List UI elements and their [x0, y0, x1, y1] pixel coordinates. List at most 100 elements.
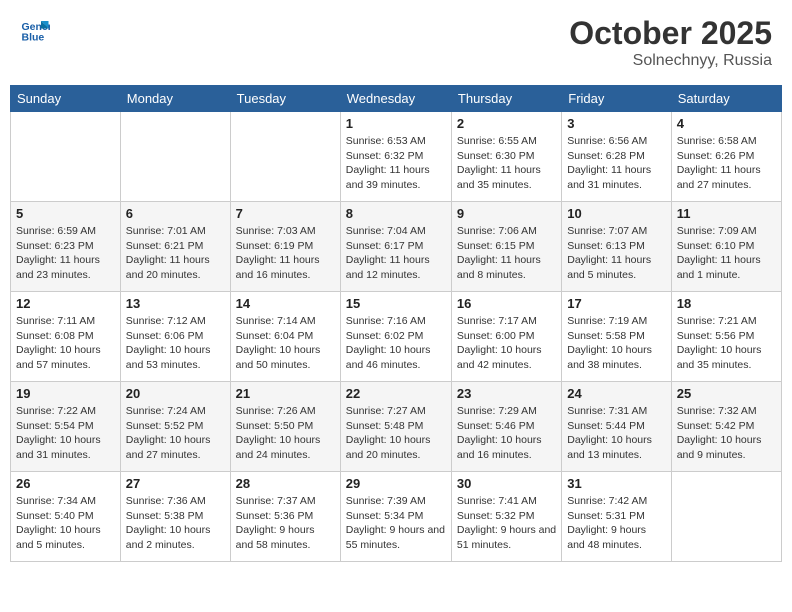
day-number: 17 — [567, 296, 665, 311]
calendar-cell: 8 Sunrise: 7:04 AM Sunset: 6:17 PM Daylig… — [340, 202, 451, 292]
day-info: Sunrise: 6:59 AM Sunset: 6:23 PM Dayligh… — [16, 224, 115, 283]
day-info: Sunrise: 7:17 AM Sunset: 6:00 PM Dayligh… — [457, 314, 556, 373]
calendar-cell: 18Sunrise: 7:21 AM Sunset: 5:56 PM Dayli… — [671, 292, 781, 382]
day-number: 25 — [677, 386, 776, 401]
day-info: Sunrise: 7:31 AM Sunset: 5:44 PM Dayligh… — [567, 404, 665, 463]
calendar-cell: 5 Sunrise: 6:59 AM Sunset: 6:23 PM Daylig… — [11, 202, 121, 292]
calendar-cell: 25 Sunrise: 7:32 AM Sunset: 5:42 PM Dayli… — [671, 382, 781, 472]
day-header-thursday: Thursday — [451, 86, 561, 112]
day-info: Sunrise: 6:55 AM Sunset: 6:30 PM Dayligh… — [457, 134, 556, 193]
calendar-cell: 11 Sunrise: 7:09 AM Sunset: 6:10 PM Dayli… — [671, 202, 781, 292]
day-header-saturday: Saturday — [671, 86, 781, 112]
calendar-cell: 30 Sunrise: 7:41 AM Sunset: 5:32 PM Dayli… — [451, 472, 561, 562]
week-row-5: 26 Sunrise: 7:34 AM Sunset: 5:40 PM Dayli… — [11, 472, 782, 562]
calendar-cell: 14Sunrise: 7:14 AM Sunset: 6:04 PM Dayli… — [230, 292, 340, 382]
day-number: 18 — [677, 296, 776, 311]
title-block: October 2025 Solnechnyy, Russia — [569, 15, 772, 70]
calendar-cell: 1 Sunrise: 6:53 AM Sunset: 6:32 PM Daylig… — [340, 112, 451, 202]
day-info: Sunrise: 7:22 AM Sunset: 5:54 PM Dayligh… — [16, 404, 115, 463]
day-number: 6 — [126, 206, 225, 221]
day-info: Sunrise: 6:53 AM Sunset: 6:32 PM Dayligh… — [346, 134, 446, 193]
calendar-cell — [120, 112, 230, 202]
calendar-cell: 20 Sunrise: 7:24 AM Sunset: 5:52 PM Dayli… — [120, 382, 230, 472]
day-number: 3 — [567, 116, 665, 131]
day-number: 11 — [677, 206, 776, 221]
calendar-header-row: SundayMondayTuesdayWednesdayThursdayFrid… — [11, 86, 782, 112]
month-title: October 2025 — [569, 15, 772, 52]
day-info: Sunrise: 7:26 AM Sunset: 5:50 PM Dayligh… — [236, 404, 335, 463]
day-number: 27 — [126, 476, 225, 491]
day-info: Sunrise: 7:01 AM Sunset: 6:21 PM Dayligh… — [126, 224, 225, 283]
day-info: Sunrise: 7:03 AM Sunset: 6:19 PM Dayligh… — [236, 224, 335, 283]
day-number: 15 — [346, 296, 446, 311]
day-info: Sunrise: 7:34 AM Sunset: 5:40 PM Dayligh… — [16, 494, 115, 553]
calendar-cell: 23Sunrise: 7:29 AM Sunset: 5:46 PM Dayli… — [451, 382, 561, 472]
calendar-table: SundayMondayTuesdayWednesdayThursdayFrid… — [10, 85, 782, 562]
day-number: 9 — [457, 206, 556, 221]
calendar-cell: 13Sunrise: 7:12 AM Sunset: 6:06 PM Dayli… — [120, 292, 230, 382]
day-number: 28 — [236, 476, 335, 491]
day-info: Sunrise: 7:24 AM Sunset: 5:52 PM Dayligh… — [126, 404, 225, 463]
day-number: 1 — [346, 116, 446, 131]
calendar-cell: 4Sunrise: 6:58 AM Sunset: 6:26 PM Daylig… — [671, 112, 781, 202]
calendar-cell: 26 Sunrise: 7:34 AM Sunset: 5:40 PM Dayli… — [11, 472, 121, 562]
calendar-cell: 27Sunrise: 7:36 AM Sunset: 5:38 PM Dayli… — [120, 472, 230, 562]
calendar-cell: 10 Sunrise: 7:07 AM Sunset: 6:13 PM Dayli… — [562, 202, 671, 292]
calendar-cell: 29 Sunrise: 7:39 AM Sunset: 5:34 PM Dayli… — [340, 472, 451, 562]
day-header-tuesday: Tuesday — [230, 86, 340, 112]
day-info: Sunrise: 7:16 AM Sunset: 6:02 PM Dayligh… — [346, 314, 446, 373]
day-number: 23 — [457, 386, 556, 401]
day-info: Sunrise: 7:32 AM Sunset: 5:42 PM Dayligh… — [677, 404, 776, 463]
day-info: Sunrise: 6:56 AM Sunset: 6:28 PM Dayligh… — [567, 134, 665, 193]
day-info: Sunrise: 7:11 AM Sunset: 6:08 PM Dayligh… — [16, 314, 115, 373]
day-info: Sunrise: 7:41 AM Sunset: 5:32 PM Dayligh… — [457, 494, 556, 553]
calendar-cell: 6 Sunrise: 7:01 AM Sunset: 6:21 PM Daylig… — [120, 202, 230, 292]
week-row-4: 19 Sunrise: 7:22 AM Sunset: 5:54 PM Dayli… — [11, 382, 782, 472]
calendar-cell: 21 Sunrise: 7:26 AM Sunset: 5:50 PM Dayli… — [230, 382, 340, 472]
day-number: 22 — [346, 386, 446, 401]
day-info: Sunrise: 7:42 AM Sunset: 5:31 PM Dayligh… — [567, 494, 665, 553]
week-row-1: 1 Sunrise: 6:53 AM Sunset: 6:32 PM Daylig… — [11, 112, 782, 202]
calendar-cell: 2 Sunrise: 6:55 AM Sunset: 6:30 PM Daylig… — [451, 112, 561, 202]
day-number: 21 — [236, 386, 335, 401]
day-number: 26 — [16, 476, 115, 491]
calendar-cell: 28 Sunrise: 7:37 AM Sunset: 5:36 PM Dayli… — [230, 472, 340, 562]
day-info: Sunrise: 7:19 AM Sunset: 5:58 PM Dayligh… — [567, 314, 665, 373]
day-number: 31 — [567, 476, 665, 491]
calendar-cell: 22 Sunrise: 7:27 AM Sunset: 5:48 PM Dayli… — [340, 382, 451, 472]
calendar-cell: 15 Sunrise: 7:16 AM Sunset: 6:02 PM Dayli… — [340, 292, 451, 382]
day-number: 19 — [16, 386, 115, 401]
calendar-cell: 3 Sunrise: 6:56 AM Sunset: 6:28 PM Daylig… — [562, 112, 671, 202]
day-info: Sunrise: 7:14 AM Sunset: 6:04 PM Dayligh… — [236, 314, 335, 373]
day-info: Sunrise: 7:04 AM Sunset: 6:17 PM Dayligh… — [346, 224, 446, 283]
week-row-3: 12 Sunrise: 7:11 AM Sunset: 6:08 PM Dayli… — [11, 292, 782, 382]
day-number: 10 — [567, 206, 665, 221]
day-info: Sunrise: 6:58 AM Sunset: 6:26 PM Dayligh… — [677, 134, 776, 193]
day-info: Sunrise: 7:09 AM Sunset: 6:10 PM Dayligh… — [677, 224, 776, 283]
day-header-sunday: Sunday — [11, 86, 121, 112]
week-row-2: 5 Sunrise: 6:59 AM Sunset: 6:23 PM Daylig… — [11, 202, 782, 292]
day-number: 24 — [567, 386, 665, 401]
calendar-cell — [230, 112, 340, 202]
day-info: Sunrise: 7:07 AM Sunset: 6:13 PM Dayligh… — [567, 224, 665, 283]
calendar-cell: 9Sunrise: 7:06 AM Sunset: 6:15 PM Daylig… — [451, 202, 561, 292]
day-number: 12 — [16, 296, 115, 311]
day-info: Sunrise: 7:37 AM Sunset: 5:36 PM Dayligh… — [236, 494, 335, 553]
day-info: Sunrise: 7:27 AM Sunset: 5:48 PM Dayligh… — [346, 404, 446, 463]
calendar-cell: 12 Sunrise: 7:11 AM Sunset: 6:08 PM Dayli… — [11, 292, 121, 382]
day-number: 29 — [346, 476, 446, 491]
day-number: 30 — [457, 476, 556, 491]
day-header-wednesday: Wednesday — [340, 86, 451, 112]
calendar-cell — [671, 472, 781, 562]
svg-text:Blue: Blue — [22, 32, 45, 44]
day-number: 13 — [126, 296, 225, 311]
day-header-monday: Monday — [120, 86, 230, 112]
day-number: 20 — [126, 386, 225, 401]
logo: General Blue — [20, 15, 52, 45]
day-number: 5 — [16, 206, 115, 221]
day-number: 7 — [236, 206, 335, 221]
day-number: 8 — [346, 206, 446, 221]
location-subtitle: Solnechnyy, Russia — [569, 52, 772, 70]
day-number: 2 — [457, 116, 556, 131]
day-info: Sunrise: 7:39 AM Sunset: 5:34 PM Dayligh… — [346, 494, 446, 553]
